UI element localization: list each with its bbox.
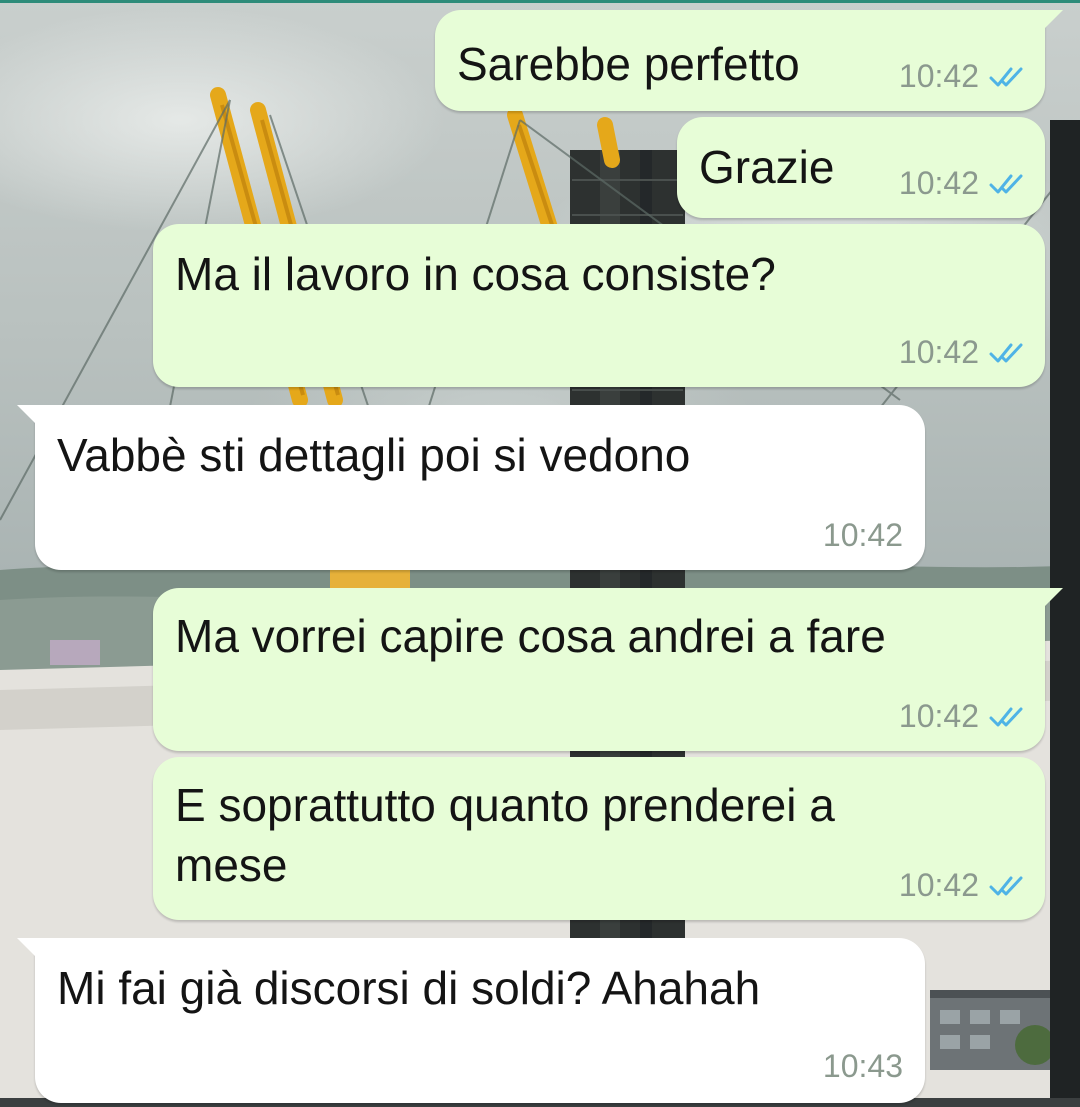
double-check-icon — [989, 343, 1023, 362]
message-meta: 10:42 — [823, 517, 903, 554]
message-time: 10:42 — [898, 867, 979, 903]
message-time: 10:42 — [898, 58, 979, 94]
message-meta: 10:42 — [899, 867, 1025, 904]
message-bubble-incoming[interactable]: Vabbè sti dettagli poi si vedono 10:42 — [17, 405, 925, 570]
message-time: 10:42 — [898, 165, 979, 201]
message-meta: 10:42 — [899, 58, 1025, 95]
message-meta: 10:42 — [899, 334, 1025, 371]
message-text: Ma vorrei capire cosa andrei a fare — [175, 610, 886, 662]
bubble-tail-icon — [17, 405, 39, 427]
double-check-icon — [989, 174, 1023, 193]
message-text: Sarebbe perfetto — [457, 38, 800, 90]
message-meta: 10:42 — [899, 165, 1025, 202]
double-check-icon — [989, 707, 1023, 726]
message-bubble-incoming[interactable]: Mi fai già discorsi di soldi? Ahahah 10:… — [17, 938, 925, 1103]
message-text: Ma il lavoro in cosa consiste? — [175, 248, 776, 300]
message-text: E soprattutto quanto prenderei a mese — [175, 779, 848, 891]
message-bubble-outgoing[interactable]: Ma vorrei capire cosa andrei a fare 10:4… — [153, 588, 1063, 751]
double-check-icon — [989, 67, 1023, 86]
message-time: 10:42 — [898, 334, 979, 370]
bubble-tail-icon — [1041, 588, 1063, 610]
message-text: Grazie — [699, 141, 835, 193]
message-meta: 10:42 — [899, 698, 1025, 735]
message-time: 10:42 — [822, 517, 903, 553]
message-time: 10:43 — [822, 1048, 903, 1084]
double-check-icon — [989, 876, 1023, 895]
message-bubble-outgoing[interactable]: Grazie 10:42 — [677, 117, 1045, 218]
message-meta: 10:43 — [823, 1048, 903, 1085]
message-text: Mi fai già discorsi di soldi? Ahahah — [57, 962, 761, 1014]
message-time: 10:42 — [898, 698, 979, 734]
message-bubble-outgoing[interactable]: Sarebbe perfetto 10:42 — [435, 10, 1063, 111]
message-bubble-outgoing[interactable]: Ma il lavoro in cosa consiste? 10:42 — [153, 224, 1045, 387]
top-divider-line — [0, 0, 1080, 3]
bubble-tail-icon — [1041, 10, 1063, 32]
message-text: Vabbè sti dettagli poi si vedono — [57, 429, 691, 481]
bubble-tail-icon — [17, 938, 39, 960]
message-bubble-outgoing[interactable]: E soprattutto quanto prenderei a mese 10… — [153, 757, 1045, 920]
